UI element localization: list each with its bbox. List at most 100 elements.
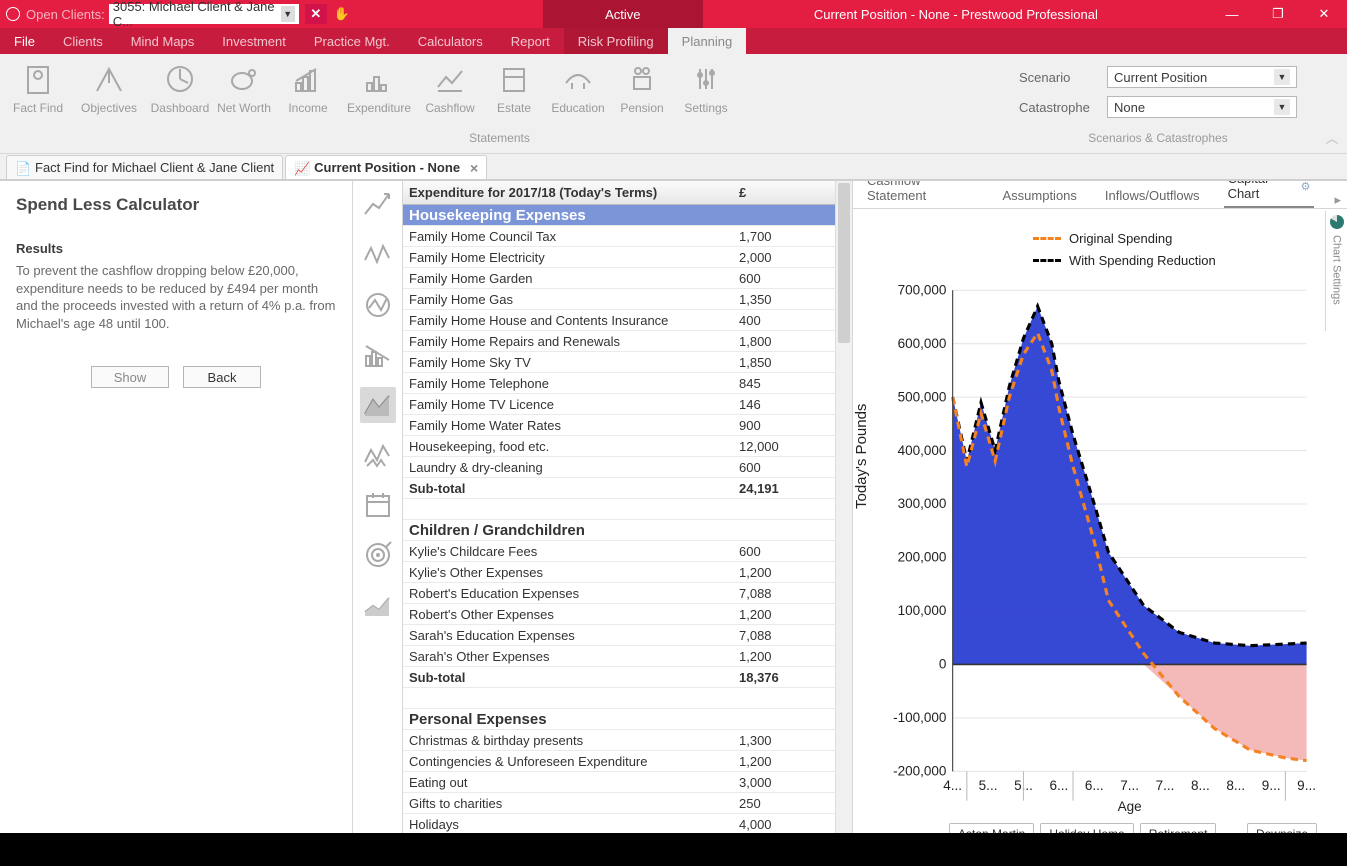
ribbon-pension[interactable]: Pension xyxy=(610,58,674,114)
menu-report[interactable]: Report xyxy=(497,28,564,54)
table-row[interactable]: Kylie's Childcare Fees600 xyxy=(403,541,835,562)
table-row[interactable]: Sub-total18,376 xyxy=(403,667,835,688)
doctab-factfind[interactable]: 📄 Fact Find for Michael Client & Jane Cl… xyxy=(6,155,283,179)
catastrophe-select[interactable]: None▼ xyxy=(1107,96,1297,118)
ribbon-cashflow[interactable]: Cashflow xyxy=(418,58,482,114)
calendar-icon[interactable] xyxy=(360,487,396,523)
ribbon-estate[interactable]: Estate xyxy=(482,58,546,114)
menu-calculators[interactable]: Calculators xyxy=(404,28,497,54)
ribbon-education[interactable]: Education xyxy=(546,58,610,114)
table-row[interactable]: Family Home Repairs and Renewals1,800 xyxy=(403,331,835,352)
table-row[interactable]: Family Home Water Rates900 xyxy=(403,415,835,436)
table-row[interactable]: Contingencies & Unforeseen Expenditure1,… xyxy=(403,751,835,772)
doctab-current-position[interactable]: 📈 Current Position - None × xyxy=(285,155,487,179)
svg-text:600,000: 600,000 xyxy=(898,336,947,351)
svg-text:7...: 7... xyxy=(1120,778,1139,793)
chart-panel: Cashflow Statement Assumptions Inflows/O… xyxy=(853,181,1347,833)
ribbon-collapse-icon[interactable]: ︿ xyxy=(1317,54,1347,153)
ribbon-fact-find[interactable]: Fact Find xyxy=(6,58,70,114)
circle-analysis-icon[interactable] xyxy=(360,287,396,323)
minimize-button[interactable]: — xyxy=(1209,0,1255,28)
close-client-button[interactable]: ✕ xyxy=(305,4,327,24)
decline-chart-icon[interactable] xyxy=(360,337,396,373)
table-row[interactable]: Housekeeping Expenses xyxy=(403,205,835,226)
tab-assumptions[interactable]: Assumptions xyxy=(998,183,1080,208)
table-row[interactable]: Family Home Telephone845 xyxy=(403,373,835,394)
growth-chart-icon[interactable] xyxy=(360,187,396,223)
svg-text:100,000: 100,000 xyxy=(898,603,947,618)
chevron-down-icon[interactable]: ▼ xyxy=(1274,69,1290,85)
open-clients-combo[interactable]: 3055: Michael Client & Jane C... ▼ xyxy=(109,4,299,24)
scenario-select[interactable]: Current Position▼ xyxy=(1107,66,1297,88)
scrollbar-thumb[interactable] xyxy=(838,183,850,343)
back-button[interactable]: Back xyxy=(183,366,261,388)
show-button[interactable]: Show xyxy=(91,366,169,388)
tab-cashflow-statement[interactable]: Cashflow Statement xyxy=(863,180,978,208)
ribbon-expenditure[interactable]: Expenditure xyxy=(340,58,418,114)
ribbon-settings[interactable]: Settings xyxy=(674,58,738,114)
table-row[interactable] xyxy=(403,688,835,709)
table-row[interactable]: Family Home Gas1,350 xyxy=(403,289,835,310)
tab-capital-chart[interactable]: Capital Chart⚙ xyxy=(1224,180,1315,208)
chevron-down-icon[interactable]: ▼ xyxy=(1274,99,1290,115)
ribbon: Fact FindObjectivesDashboardNet WorthInc… xyxy=(0,54,1347,154)
ribbon-income[interactable]: Income xyxy=(276,58,340,114)
chart-svg: -200,000-100,0000100,000200,000300,00040… xyxy=(859,217,1317,833)
table-row[interactable]: Housekeeping, food etc.12,000 xyxy=(403,436,835,457)
table-row[interactable]: Robert's Education Expenses7,088 xyxy=(403,583,835,604)
table-row[interactable]: Family Home Electricity2,000 xyxy=(403,247,835,268)
svg-text:400,000: 400,000 xyxy=(898,443,947,458)
table-row[interactable]: Sarah's Other Expenses1,200 xyxy=(403,646,835,667)
menu-planning[interactable]: Planning xyxy=(668,28,747,54)
table-row[interactable]: Family Home Council Tax1,700 xyxy=(403,226,835,247)
gear-icon[interactable]: ⚙ xyxy=(1301,180,1311,193)
menu-risk[interactable]: Risk Profiling xyxy=(564,28,668,54)
scenario-label: Scenario xyxy=(1019,70,1099,85)
table-row[interactable]: Laundry & dry-cleaning600 xyxy=(403,457,835,478)
volatility-chart-icon[interactable] xyxy=(360,237,396,273)
annotation-downsize: Downsize xyxy=(1247,823,1317,833)
table-row[interactable]: Family Home Sky TV1,850 xyxy=(403,352,835,373)
income-icon xyxy=(291,62,325,96)
table-row[interactable]: Sub-total24,191 xyxy=(403,478,835,499)
table-scrollbar[interactable] xyxy=(835,181,852,833)
table-row[interactable]: Personal Expenses xyxy=(403,709,835,730)
table-row[interactable] xyxy=(403,499,835,520)
menu-file[interactable]: File xyxy=(0,28,49,54)
pin-icon[interactable]: ✋ xyxy=(331,4,353,24)
table-row[interactable]: Christmas & birthday presents1,300 xyxy=(403,730,835,751)
table-row[interactable]: Children / Grandchildren xyxy=(403,520,835,541)
table-row[interactable]: Family Home TV Licence146 xyxy=(403,394,835,415)
close-icon[interactable]: × xyxy=(470,160,478,176)
document-tabs: 📄 Fact Find for Michael Client & Jane Cl… xyxy=(0,154,1347,180)
fire-chart-icon[interactable] xyxy=(360,437,396,473)
menu-mindmaps[interactable]: Mind Maps xyxy=(117,28,209,54)
area-chart-icon[interactable] xyxy=(360,387,396,423)
table-row[interactable]: Sarah's Education Expenses7,088 xyxy=(403,625,835,646)
table-row[interactable]: Family Home Garden600 xyxy=(403,268,835,289)
ribbon-dashboard[interactable]: Dashboard xyxy=(148,58,212,114)
menu-practice[interactable]: Practice Mgt. xyxy=(300,28,404,54)
maximize-button[interactable]: ❐ xyxy=(1255,0,1301,28)
table-row[interactable]: Eating out3,000 xyxy=(403,772,835,793)
menu-investment[interactable]: Investment xyxy=(208,28,300,54)
tab-inflows-outflows[interactable]: Inflows/Outflows xyxy=(1101,183,1204,208)
table-row[interactable]: Family Home House and Contents Insurance… xyxy=(403,310,835,331)
svg-text:9...: 9... xyxy=(1297,778,1316,793)
table-row[interactable]: Kylie's Other Expenses1,200 xyxy=(403,562,835,583)
tabs-scroll-right-icon[interactable]: ▸ xyxy=(1334,192,1341,208)
ribbon-net-worth[interactable]: Net Worth xyxy=(212,58,276,114)
trend-chart-icon[interactable] xyxy=(360,587,396,623)
chevron-down-icon[interactable]: ▼ xyxy=(281,6,295,22)
close-button[interactable]: ✕ xyxy=(1301,0,1347,28)
expenditure-icon xyxy=(362,62,396,96)
target-icon[interactable] xyxy=(360,537,396,573)
ribbon-group-scenarios: Scenarios & Catastrophes xyxy=(1005,131,1311,149)
table-row[interactable]: Gifts to charities250 xyxy=(403,793,835,814)
expenditure-table: Expenditure for 2017/18 (Today's Terms) … xyxy=(403,181,853,833)
table-row[interactable]: Robert's Other Expenses1,200 xyxy=(403,604,835,625)
ribbon-objectives[interactable]: Objectives xyxy=(70,58,148,114)
menu-clients[interactable]: Clients xyxy=(49,28,117,54)
table-row[interactable]: Holidays4,000 xyxy=(403,814,835,833)
fact-find-icon xyxy=(21,62,55,96)
